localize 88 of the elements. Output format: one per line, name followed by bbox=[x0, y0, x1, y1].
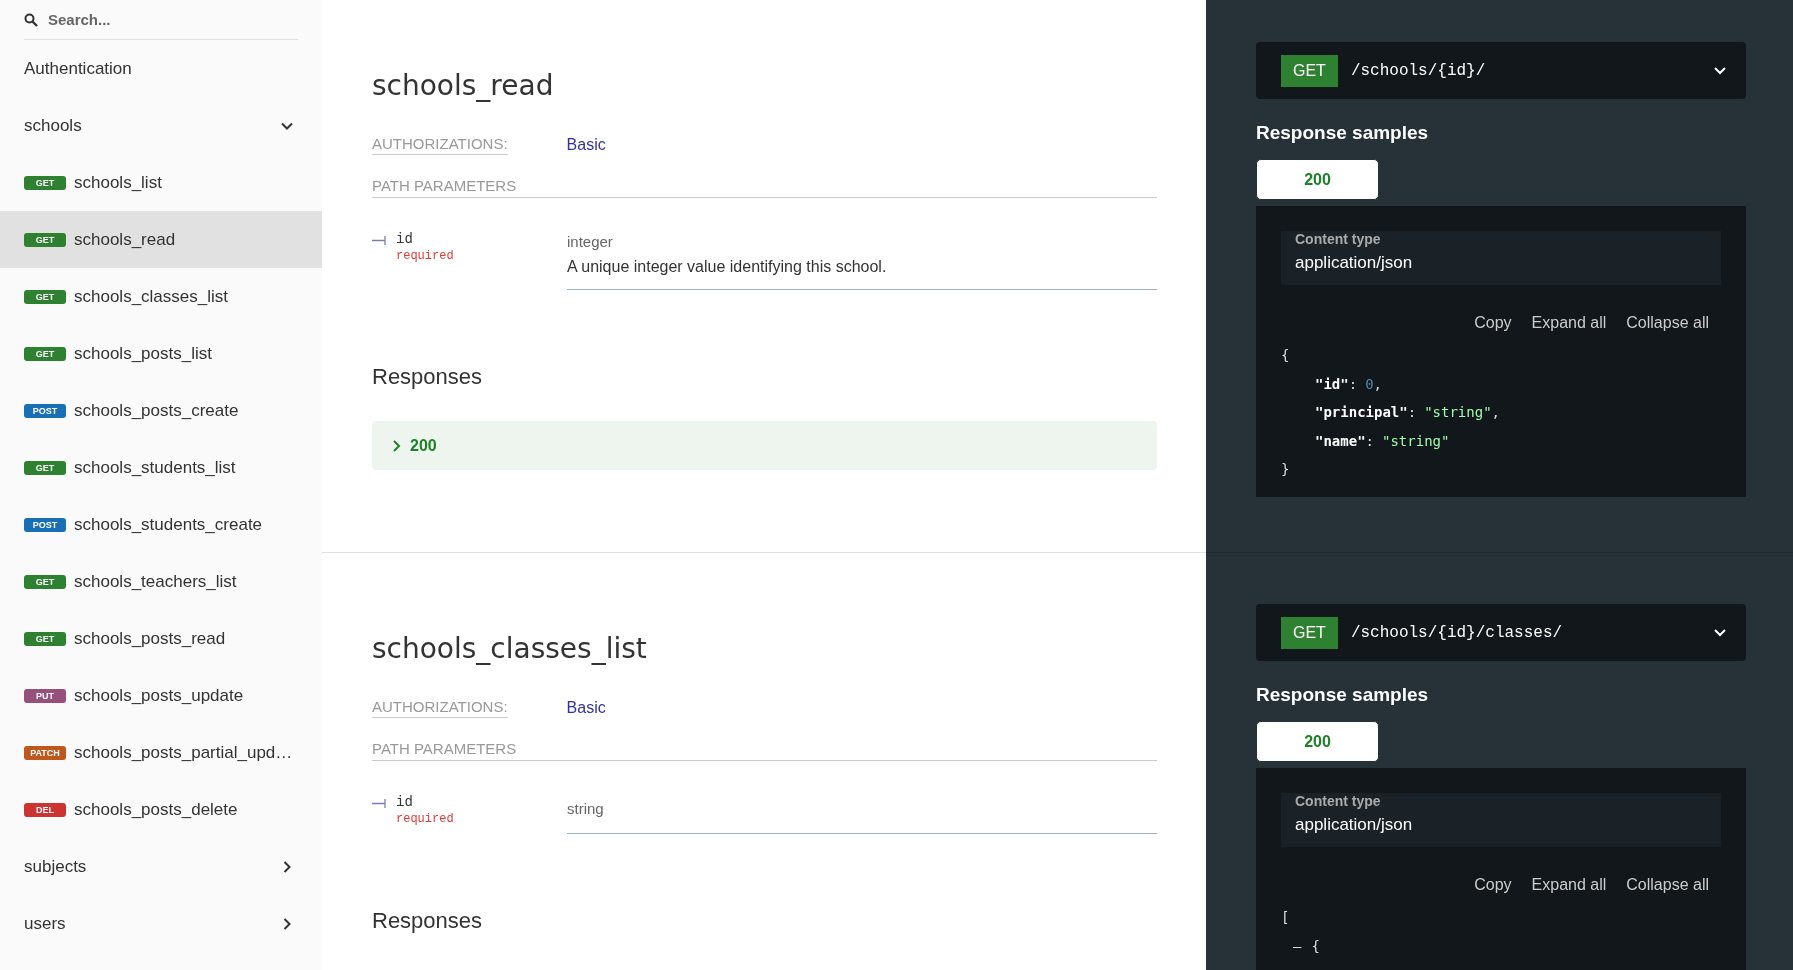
content-type-select[interactable]: Content type application/json bbox=[1281, 231, 1721, 285]
operation-name: schools_posts_partial_upd… bbox=[74, 742, 293, 763]
operation-item[interactable]: PATCH schools_posts_partial_upd… bbox=[0, 724, 322, 781]
operation-name: schools_posts_update bbox=[74, 685, 244, 706]
param-line-icon bbox=[372, 236, 386, 245]
status-tab[interactable]: 200 bbox=[1256, 159, 1379, 200]
operation-item[interactable]: GET schools_posts_read bbox=[0, 610, 322, 667]
method-badge: GET bbox=[1281, 616, 1338, 649]
code-line: "name": "string" bbox=[1315, 432, 1450, 449]
operation-item[interactable]: PUT schools_posts_update bbox=[0, 667, 322, 724]
method-badge: GET bbox=[24, 289, 66, 304]
endpoint-path: /schools/{id}/classes/ bbox=[1350, 623, 1564, 642]
operation-name: schools_posts_create bbox=[74, 400, 239, 421]
auth-link[interactable]: Basic bbox=[566, 699, 606, 717]
endpoint-bar[interactable]: GET /schools/{id}/classes/ bbox=[1256, 604, 1746, 661]
operation-name: schools_teachers_list bbox=[74, 571, 237, 592]
operation-title: schools_read bbox=[372, 69, 555, 102]
method-badge: GET bbox=[24, 175, 66, 190]
param-line-icon bbox=[372, 799, 386, 808]
method-badge: POST bbox=[24, 517, 66, 532]
responses-heading: Responses bbox=[372, 364, 484, 390]
code-line: [ bbox=[1281, 909, 1290, 925]
operation-title: schools_classes_list bbox=[372, 632, 648, 665]
method-badge: GET bbox=[24, 346, 66, 361]
method-badge: GET bbox=[24, 232, 66, 247]
operation-item[interactable]: GET schools_list bbox=[0, 154, 322, 211]
code-line: } bbox=[1281, 461, 1290, 477]
operation-item[interactable]: GET schools_classes_list bbox=[0, 268, 322, 325]
param-name: id bbox=[396, 231, 414, 247]
content-type-select[interactable]: Content type application/json bbox=[1281, 793, 1721, 847]
nav-item[interactable]: users bbox=[0, 895, 322, 952]
status-tab[interactable]: 200 bbox=[1256, 721, 1379, 762]
method-badge: GET bbox=[24, 631, 66, 646]
authorizations-label: AUTHORIZATIONS: bbox=[372, 698, 508, 718]
method-badge: GET bbox=[24, 574, 66, 589]
code-line: "id": 0, bbox=[1315, 375, 1383, 392]
method-badge: DEL bbox=[24, 802, 66, 817]
operation-name: schools_posts_read bbox=[74, 628, 226, 649]
code-action-button[interactable]: Copy bbox=[1474, 314, 1512, 332]
operation-name: schools_read bbox=[74, 229, 176, 250]
nav-item[interactable]: subjects bbox=[0, 838, 322, 895]
code-action-button[interactable]: Collapse all bbox=[1626, 314, 1709, 332]
operation-name: schools_posts_delete bbox=[74, 799, 238, 820]
search-field[interactable]: Search... bbox=[24, 0, 298, 40]
response-row[interactable]: 200 bbox=[372, 421, 1157, 470]
param-type: string bbox=[567, 799, 605, 817]
endpoint-path: /schools/{id}/ bbox=[1350, 61, 1487, 80]
code-action-button[interactable]: Copy bbox=[1474, 876, 1512, 894]
operation-item[interactable]: GET schools_teachers_list bbox=[0, 553, 322, 610]
operation-item[interactable]: GET schools_posts_list bbox=[0, 325, 322, 382]
method-badge: PATCH bbox=[24, 745, 66, 760]
operation-name: schools_classes_list bbox=[74, 286, 228, 307]
authorizations-label: AUTHORIZATIONS: bbox=[372, 135, 508, 155]
operation-item[interactable]: GET schools_read bbox=[0, 211, 322, 268]
code-action-button[interactable]: Collapse all bbox=[1626, 876, 1709, 894]
search-icon bbox=[24, 12, 38, 27]
code-line: "principal": "string", bbox=[1315, 404, 1501, 420]
section-heading: PATH PARAMETERS bbox=[372, 740, 1157, 761]
nav-item[interactable]: Authentication bbox=[0, 40, 322, 97]
operation-name: schools_students_create bbox=[74, 514, 263, 535]
required-label: required bbox=[396, 249, 454, 263]
code-line: { bbox=[1281, 347, 1290, 363]
search-input[interactable]: Search... bbox=[48, 11, 248, 28]
method-badge: GET bbox=[1281, 54, 1338, 87]
required-label: required bbox=[396, 812, 454, 826]
operation-item[interactable]: POST schools_posts_create bbox=[0, 382, 322, 439]
auth-link[interactable]: Basic bbox=[566, 136, 606, 154]
operation-item[interactable]: DEL schools_posts_delete bbox=[0, 781, 322, 838]
code-action-button[interactable]: Expand all bbox=[1531, 876, 1607, 894]
operation-item[interactable]: GET schools_students_list bbox=[0, 439, 322, 496]
method-badge: PUT bbox=[24, 688, 66, 703]
samples-heading: Response samples bbox=[1256, 684, 1430, 706]
samples-heading: Response samples bbox=[1256, 122, 1430, 144]
code-line: – { bbox=[1293, 937, 1320, 954]
method-badge: GET bbox=[24, 460, 66, 475]
param-name: id bbox=[396, 794, 414, 810]
param-type: integer bbox=[567, 233, 614, 250]
method-badge: POST bbox=[24, 403, 66, 418]
endpoint-bar[interactable]: GET /schools/{id}/ bbox=[1256, 42, 1746, 99]
responses-heading: Responses bbox=[372, 908, 484, 934]
nav-item[interactable]: schools bbox=[0, 97, 322, 154]
operation-name: schools_list bbox=[74, 172, 162, 193]
operation-name: schools_posts_list bbox=[74, 343, 212, 364]
section-heading: PATH PARAMETERS bbox=[372, 177, 1157, 198]
param-description: A unique integer value identifying this school. bbox=[567, 258, 888, 276]
operation-name: schools_students_list bbox=[74, 457, 236, 478]
code-action-button[interactable]: Expand all bbox=[1531, 314, 1607, 332]
operation-item[interactable]: POST schools_students_create bbox=[0, 496, 322, 553]
